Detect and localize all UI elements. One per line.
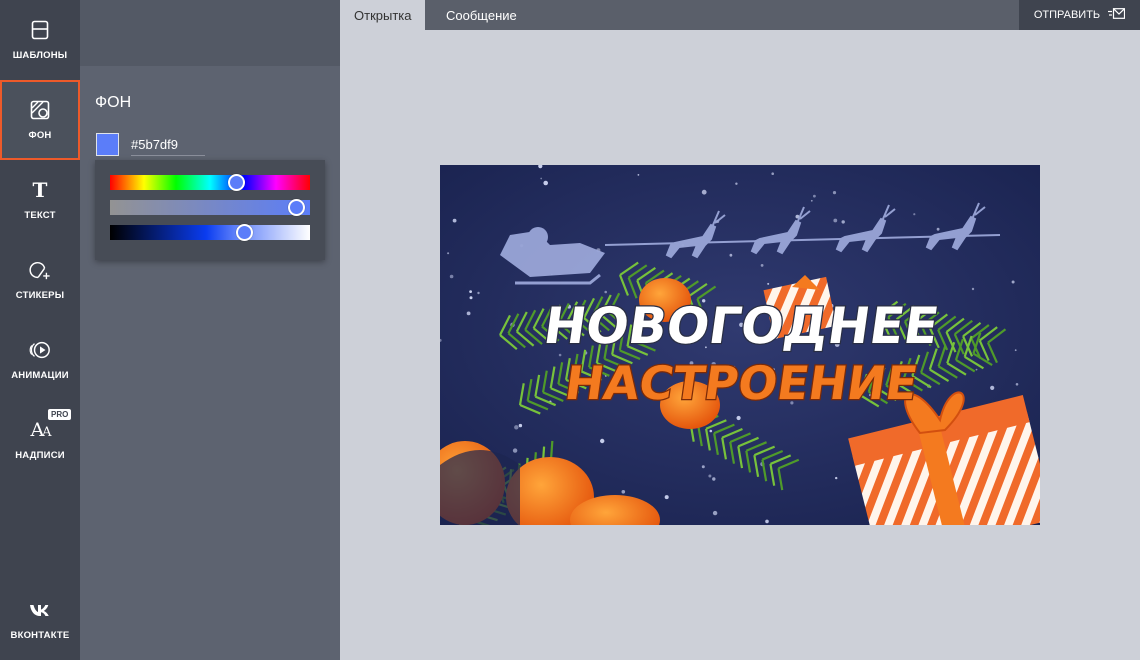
rail-label: ФОН [28, 130, 52, 141]
hue-slider-handle[interactable] [228, 174, 245, 191]
top-bar: Открытка Сообщение ОТПРАВИТЬ [340, 0, 1140, 30]
postcard-title-line2: НАСТРОЕНИЕ [562, 356, 921, 410]
color-picker-popup [95, 160, 325, 260]
rail-item-vkontakte[interactable]: ВКОНТАКТЕ [0, 580, 80, 660]
postcard-preview[interactable]: НОВОГОДНЕЕ НАСТРОЕНИЕ [440, 165, 1040, 525]
sticker-icon [29, 259, 51, 281]
color-hex-input[interactable] [131, 134, 205, 156]
rail-item-text[interactable]: T ТЕКСТ [0, 160, 80, 240]
lettering-icon: AA [30, 419, 51, 441]
background-icon [29, 99, 51, 121]
rail-item-stickers[interactable]: СТИКЕРЫ [0, 240, 80, 320]
postcard-title-line1: НОВОГОДНЕЕ [540, 296, 942, 355]
rail-item-animations[interactable]: АНИМАЦИИ [0, 320, 80, 400]
text-icon: T [32, 178, 48, 202]
rail-label: ВКОНТАКТЕ [10, 630, 70, 641]
lightness-slider-handle[interactable] [236, 224, 253, 241]
vk-logo-icon [29, 599, 51, 621]
tab-message[interactable]: Сообщение [432, 0, 531, 30]
rail-label: НАДПИСИ [15, 450, 65, 461]
template-icon [29, 19, 51, 41]
hue-slider[interactable] [110, 174, 310, 191]
rail-item-background[interactable]: ФОН [0, 80, 80, 160]
send-mail-icon [1108, 8, 1126, 22]
rail-label: ТЕКСТ [24, 210, 56, 221]
lightness-slider[interactable] [110, 224, 310, 241]
panel-header [80, 0, 340, 66]
saturation-slider[interactable] [110, 199, 310, 216]
tool-rail: ШАБЛОНЫ ФОН T ТЕКСТ СТИКЕРЫ АНИМАЦИИ AA … [0, 0, 80, 660]
tab-postcard[interactable]: Открытка [340, 0, 426, 30]
postcard-illustration: НОВОГОДНЕЕ НАСТРОЕНИЕ [440, 165, 1040, 525]
rail-label: АНИМАЦИИ [11, 370, 69, 381]
color-swatch[interactable] [96, 133, 119, 156]
animation-icon [29, 339, 51, 361]
background-panel: ФОН [80, 0, 340, 660]
pro-badge: PRO [48, 409, 72, 420]
rail-label: ШАБЛОНЫ [12, 50, 68, 61]
rail-item-templates[interactable]: ШАБЛОНЫ [0, 0, 80, 80]
send-button-label: ОТПРАВИТЬ [1033, 9, 1101, 21]
send-button[interactable]: ОТПРАВИТЬ [1019, 0, 1140, 30]
panel-title: ФОН [95, 94, 132, 111]
saturation-slider-handle[interactable] [288, 199, 305, 216]
rail-label: СТИКЕРЫ [15, 290, 65, 301]
